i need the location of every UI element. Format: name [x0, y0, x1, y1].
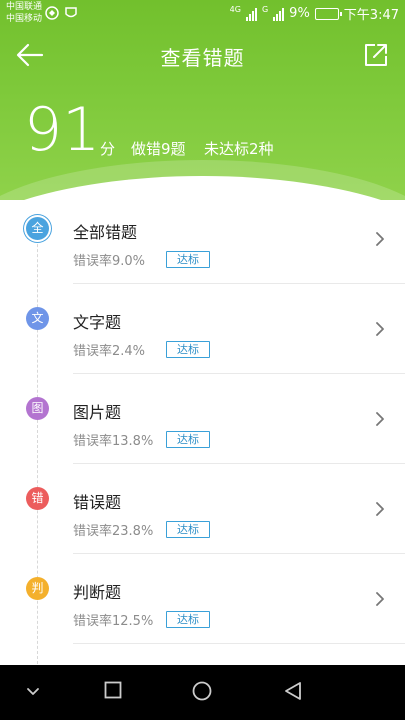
item-error-rate: 错误率23.8%: [73, 524, 154, 539]
pass-badge: 达标: [166, 341, 210, 358]
item-error-rate: 错误率2.4%: [73, 344, 146, 359]
item-title: 图片题: [73, 403, 122, 422]
chevron-right-icon: [376, 502, 384, 516]
score-unit: 分: [100, 140, 116, 158]
chevron-right-icon: [376, 232, 384, 246]
pass-badge: 达标: [166, 431, 210, 448]
item-title: 判断题: [73, 583, 122, 602]
badge-wrong-icon: 错: [26, 487, 49, 510]
battery-percent: 9%: [289, 6, 310, 21]
page-title: 查看错题: [160, 46, 245, 70]
carrier-2: 中国移动: [6, 14, 43, 24]
status-right: 4G G 9% 下午3:47: [230, 4, 399, 23]
score-value: 91: [24, 95, 101, 165]
question-type-list: 全 全部错题 错误率9.0% 达标 文 文字题 错误率2.4% 达标 图 图片题…: [0, 194, 405, 644]
wrong-count: 做错9题: [131, 140, 186, 158]
list-item-wrong[interactable]: 错 错误题 错误率23.8% 达标: [0, 464, 405, 554]
list-item-image[interactable]: 图 图片题 错误率13.8% 达标: [0, 374, 405, 464]
circle-home-icon[interactable]: [192, 681, 212, 701]
network-label-2: G: [261, 5, 269, 14]
badge-image-icon: 图: [26, 397, 49, 420]
badge-all-icon: 全: [26, 217, 49, 240]
pass-badge: 达标: [166, 521, 210, 538]
notification-icons: [45, 6, 77, 20]
item-error-rate: 错误率12.5%: [73, 614, 154, 629]
signal-icon-2: [273, 7, 285, 21]
clock: 下午3:47: [343, 8, 399, 23]
item-error-rate: 错误率9.0%: [73, 254, 146, 269]
signal-icon: [245, 7, 257, 21]
badge-text-icon: 文: [26, 307, 49, 330]
share-out-icon[interactable]: [363, 42, 389, 68]
system-navigation-bar: [0, 665, 405, 720]
item-error-rate: 错误率13.8%: [73, 434, 154, 449]
list-item-text[interactable]: 文 文字题 错误率2.4% 达标: [0, 284, 405, 374]
badge-judge-icon: 判: [26, 577, 49, 600]
list-item-all[interactable]: 全 全部错题 错误率9.0% 达标: [0, 194, 405, 284]
list-item-judge[interactable]: 判 判断题 错误率12.5% 达标: [0, 554, 405, 644]
triangle-back-icon[interactable]: [283, 681, 303, 701]
not-passed-count: 未达标2种: [204, 140, 274, 158]
pass-badge: 达标: [166, 611, 210, 628]
status-bar: 中国联通 中国移动 4G G 9% 下午3:47: [0, 0, 405, 28]
chevron-right-icon: [376, 592, 384, 606]
battery-icon: [314, 7, 342, 20]
item-title: 错误题: [73, 493, 122, 512]
chevron-right-icon: [376, 412, 384, 426]
item-title: 全部错题: [73, 223, 138, 242]
navigation-bar: 查看错题: [0, 30, 405, 80]
carrier-labels: 中国联通 中国移动: [6, 1, 42, 25]
chevron-right-icon: [376, 322, 384, 336]
divider: [73, 643, 405, 644]
pass-badge: 达标: [166, 251, 210, 268]
chevron-down-icon[interactable]: [26, 687, 40, 697]
carrier-1: 中国联通: [6, 2, 43, 12]
item-title: 文字题: [73, 313, 122, 332]
square-recent-icon[interactable]: [104, 681, 122, 699]
network-label-1: 4G: [229, 5, 241, 14]
status-notification-icons: [45, 6, 79, 23]
